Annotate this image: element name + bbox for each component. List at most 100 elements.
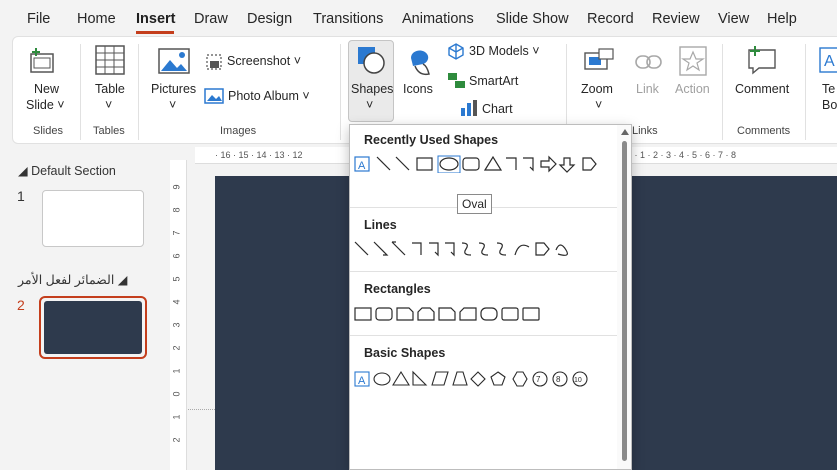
chart-icon[interactable] (460, 99, 478, 117)
tab-slide-show[interactable]: Slide Show (496, 11, 569, 27)
svg-text:7: 7 (536, 375, 541, 384)
group-separator (805, 44, 806, 140)
powerpoint-window: File Home Insert Draw Design Transitions… (0, 0, 837, 470)
oval-tooltip: Oval (457, 194, 492, 214)
smartart-button[interactable]: SmartArt (469, 74, 518, 88)
slide-number-1: 1 (17, 188, 25, 204)
vertical-ruler-label: 1 (171, 414, 182, 420)
lines-gallery[interactable] (352, 238, 616, 258)
tab-animations[interactable]: Animations (402, 11, 474, 27)
slide-thumbnail-2-content (44, 301, 142, 354)
tab-home[interactable]: Home (77, 11, 116, 27)
menu-bar: File Home Insert Draw Design Transitions… (0, 0, 837, 36)
group-label-links: Links (632, 125, 658, 137)
comment-label[interactable]: Comment (735, 82, 789, 96)
recently-used-shapes-gallery[interactable]: A { } (352, 153, 616, 173)
group-label-comments: Comments (737, 125, 791, 137)
zoom-icon[interactable] (583, 47, 615, 75)
shapes-icon (358, 47, 385, 74)
group-label-slides: Slides (33, 125, 63, 137)
screenshot-button[interactable]: Screenshot ˅ (227, 54, 301, 68)
action-icon[interactable] (678, 45, 708, 77)
new-slide-dropdown[interactable]: Slide ˅ (26, 98, 65, 112)
section-divider (350, 271, 618, 272)
vertical-ruler-label: 1 (171, 368, 182, 374)
vertical-ruler-label: 2 (171, 345, 182, 351)
vertical-ruler-label: 6 (171, 253, 182, 259)
ruler-right-labels: 0 · 1 · 2 · 3 · 4 · 5 · 6 · 7 · 8 (627, 150, 737, 160)
svg-text:A: A (824, 53, 835, 70)
tab-review[interactable]: Review (652, 11, 700, 27)
lines-heading: Lines (364, 218, 397, 232)
pictures-label[interactable]: Pictures (151, 82, 196, 96)
svg-text:A: A (358, 160, 366, 172)
tab-file[interactable]: File (27, 11, 50, 27)
screenshot-icon[interactable] (205, 53, 223, 71)
basic-shapes-heading: Basic Shapes (364, 346, 446, 360)
vertical-ruler-label: 8 (171, 207, 182, 213)
vertical-ruler-label: 3 (171, 322, 182, 328)
vertical-ruler-label: 2 (171, 437, 182, 443)
table-label[interactable]: Table (95, 82, 125, 96)
basic-shapes-gallery[interactable]: A 7 8 10 12 (352, 368, 616, 388)
link-icon[interactable] (634, 50, 664, 74)
tab-help[interactable]: Help (767, 11, 797, 27)
rectangles-gallery[interactable] (352, 303, 616, 323)
textbox-label-2[interactable]: Bo (822, 98, 837, 112)
tab-design[interactable]: Design (247, 11, 292, 27)
section-arabic[interactable]: الضمائر لفعل الأمر ◢ (18, 272, 127, 287)
photo-album-icon[interactable] (204, 87, 224, 105)
recently-used-shapes-heading: Recently Used Shapes (364, 133, 499, 147)
table-dropdown[interactable]: ˅ (105, 98, 112, 112)
textbox-label-1[interactable]: Te (822, 82, 835, 96)
vertical-ruler-label: 9 (171, 184, 182, 190)
group-separator (80, 44, 81, 140)
table-icon[interactable] (94, 44, 126, 76)
group-separator (138, 44, 139, 140)
vertical-ruler-label: 4 (171, 299, 182, 305)
new-slide-label[interactable]: New (34, 82, 59, 96)
tab-view[interactable]: View (718, 11, 749, 27)
zoom-dropdown[interactable]: ˅ (595, 98, 602, 112)
tab-draw[interactable]: Draw (194, 11, 228, 27)
icons-icon[interactable] (403, 44, 435, 78)
group-separator (340, 44, 341, 140)
section-default[interactable]: ◢ Default Section (18, 163, 116, 178)
chart-button[interactable]: Chart (482, 102, 513, 116)
group-separator (722, 44, 723, 140)
tab-insert[interactable]: Insert (136, 11, 176, 27)
smartart-icon[interactable] (447, 72, 467, 90)
slide-number-2: 2 (17, 297, 25, 313)
svg-text:10: 10 (574, 377, 582, 384)
vertical-ruler-label: 0 (171, 391, 182, 397)
shapes-label: Shapes (351, 82, 394, 96)
guide-line (188, 409, 215, 410)
slide-thumbnail-2-selected[interactable] (39, 296, 147, 359)
slide-thumbnail-1[interactable] (42, 190, 144, 247)
action-label[interactable]: Action (675, 82, 710, 96)
vertical-ruler-label: 5 (171, 276, 182, 282)
link-label[interactable]: Link (636, 82, 659, 96)
zoom-label[interactable]: Zoom (581, 82, 613, 96)
3d-models-button[interactable]: 3D Models ˅ (469, 44, 540, 58)
scroll-up-arrow-icon[interactable] (619, 127, 631, 137)
pictures-icon[interactable] (157, 46, 191, 76)
3d-models-icon[interactable] (447, 42, 465, 60)
section-arabic-label: الضمائر لفعل الأمر (18, 273, 115, 287)
pictures-dropdown[interactable]: ˅ (169, 98, 176, 112)
section-divider (350, 335, 618, 336)
comment-icon[interactable] (746, 44, 778, 76)
tab-record[interactable]: Record (587, 11, 634, 27)
svg-text:A: A (358, 375, 366, 387)
dropdown-scroll-thumb[interactable] (622, 141, 627, 461)
new-slide-icon[interactable] (28, 46, 56, 76)
section-default-label: Default Section (31, 164, 116, 178)
rectangles-heading: Rectangles (364, 282, 431, 296)
svg-text:8: 8 (556, 375, 561, 384)
vertical-ruler[interactable]: 9 8 7 6 5 4 3 2 1 0 1 2 (170, 160, 187, 470)
textbox-icon[interactable]: A (818, 46, 837, 74)
active-tab-underline (136, 31, 174, 34)
tab-transitions[interactable]: Transitions (313, 11, 383, 27)
icons-label[interactable]: Icons (403, 82, 433, 96)
photo-album-button[interactable]: Photo Album ˅ (228, 89, 310, 103)
